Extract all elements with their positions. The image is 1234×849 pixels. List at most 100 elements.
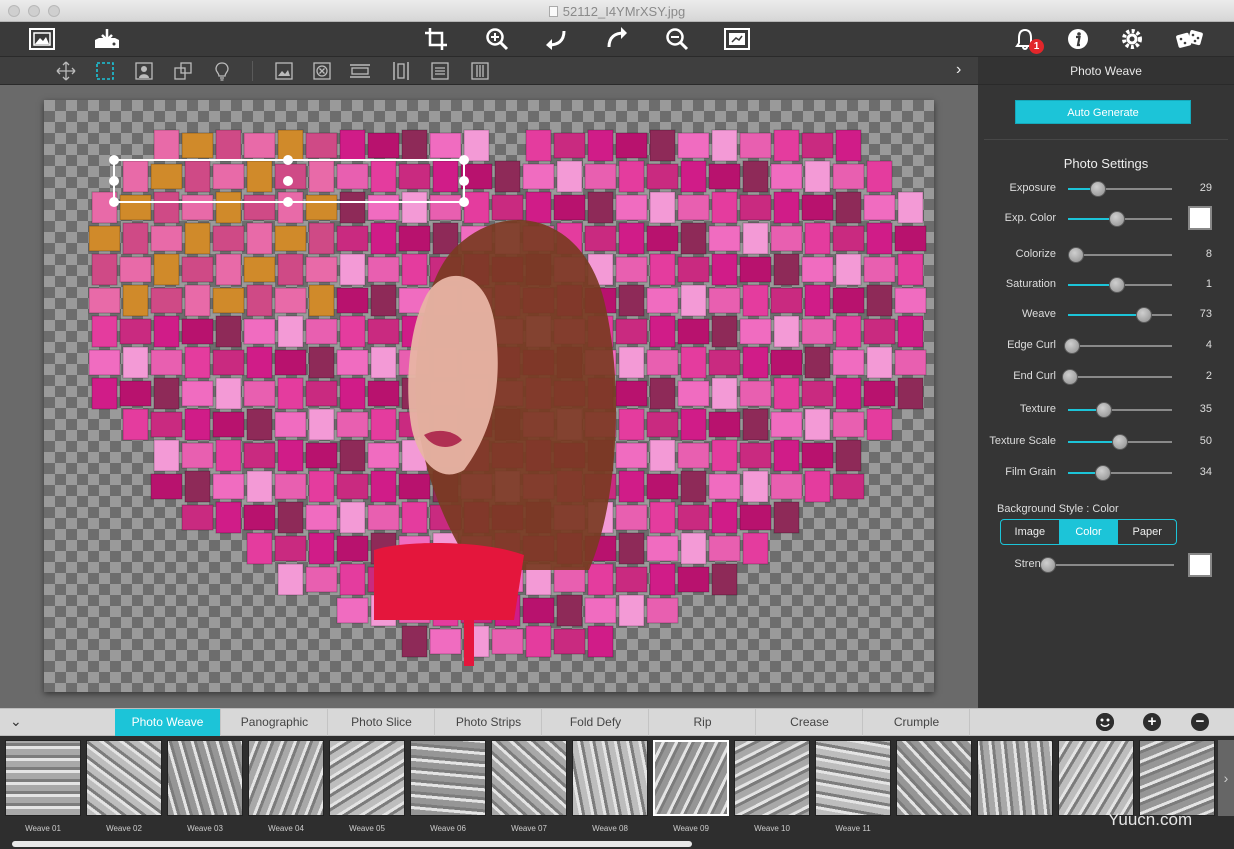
weave-tile (773, 315, 800, 348)
add-preset-button[interactable]: + (1143, 713, 1161, 731)
background-color-option[interactable]: Color (1059, 520, 1119, 544)
strength-track[interactable] (1040, 557, 1174, 573)
preset-thumbnail[interactable] (410, 740, 486, 816)
zoom-in-button[interactable] (482, 26, 512, 52)
preset-thumbnail[interactable] (653, 740, 729, 816)
slider-knob[interactable] (1090, 181, 1107, 197)
tab-crease[interactable]: Crease (757, 709, 863, 736)
scroll-right-icon[interactable]: › (1218, 740, 1234, 816)
preset-thumbnail[interactable] (248, 740, 324, 816)
preset-thumbnail[interactable] (1058, 740, 1134, 816)
slider-track[interactable] (1068, 277, 1172, 293)
image-tool-button[interactable] (272, 60, 296, 82)
collapse-panel-icon[interactable]: › (956, 61, 961, 79)
grid-columns-button[interactable] (468, 60, 492, 82)
canvas[interactable] (44, 100, 934, 692)
strength-knob[interactable] (1040, 557, 1056, 573)
select-person-tool-button[interactable] (132, 60, 156, 82)
preset-thumbnail[interactable] (572, 740, 648, 816)
zoom-out-button[interactable] (662, 26, 692, 52)
weave-tile (184, 222, 211, 255)
preset-thumbnail[interactable] (5, 740, 81, 816)
notifications-button[interactable]: 1 (1010, 26, 1044, 54)
slider-knob[interactable] (1062, 369, 1079, 385)
slider-knob[interactable] (1095, 465, 1112, 481)
weave-tile (150, 411, 183, 438)
remove-tool-button[interactable] (310, 60, 334, 82)
slider-knob[interactable] (1064, 338, 1081, 354)
tab-photo-strips[interactable]: Photo Strips (436, 709, 542, 736)
distribute-button[interactable] (428, 60, 452, 82)
slider-track[interactable] (1068, 465, 1172, 481)
weave-tile (277, 501, 304, 534)
weave-tile (804, 346, 831, 379)
weave-tile (277, 439, 304, 472)
crop-button[interactable] (421, 26, 451, 52)
slider-track[interactable] (1068, 247, 1172, 263)
weave-tile (429, 628, 462, 655)
slider-track[interactable] (1068, 211, 1172, 227)
info-button[interactable] (1063, 26, 1093, 52)
preset-scrollbar[interactable] (12, 841, 692, 847)
preset-thumbnail[interactable] (896, 740, 972, 816)
background-paper-option[interactable]: Paper (1118, 520, 1176, 544)
slider-knob[interactable] (1135, 307, 1152, 323)
preset-thumbnail[interactable] (491, 740, 567, 816)
chevron-down-icon[interactable]: ⌄ (10, 713, 22, 730)
preset-thumbnail[interactable] (329, 740, 405, 816)
background-image-option[interactable]: Image (1001, 520, 1060, 544)
open-image-button[interactable] (27, 26, 57, 52)
tips-button[interactable] (210, 60, 234, 82)
preset-thumbnail[interactable] (734, 740, 810, 816)
weave-tile (649, 191, 676, 224)
transform-tool-button[interactable] (171, 60, 195, 82)
slider-track[interactable] (1064, 338, 1172, 354)
weave-tile (649, 439, 676, 472)
preset-thumbnail[interactable] (815, 740, 891, 816)
weave-tile (863, 380, 896, 407)
random-button[interactable] (1175, 26, 1205, 52)
auto-generate-button[interactable]: Auto Generate (1015, 100, 1191, 124)
weave-tile (336, 411, 369, 438)
preset-thumbnail[interactable] (167, 740, 243, 816)
favorite-preset-button[interactable] (1096, 713, 1114, 731)
weave-tile (677, 256, 710, 283)
weave-tile (863, 318, 896, 345)
slider-knob[interactable] (1112, 434, 1128, 450)
remove-preset-button[interactable]: − (1191, 713, 1209, 731)
export-button[interactable] (92, 26, 122, 52)
preset-thumbnail[interactable] (977, 740, 1053, 816)
weave-tile (677, 194, 710, 221)
weave-tile (618, 160, 645, 193)
tab-fold-defy[interactable]: Fold Defy (543, 709, 649, 736)
tab-rip[interactable]: Rip (650, 709, 756, 736)
undo-button[interactable] (541, 26, 571, 52)
weave-tile (277, 377, 304, 410)
fit-image-button[interactable] (722, 26, 752, 52)
slider-knob[interactable] (1096, 402, 1113, 418)
select-rect-tool-button[interactable] (93, 60, 117, 82)
slider-track[interactable] (1068, 402, 1172, 418)
settings-button[interactable] (1117, 26, 1147, 52)
tab-photo-weave[interactable]: Photo Weave (115, 709, 221, 736)
strength-color-swatch[interactable] (1188, 553, 1212, 577)
preset-thumbnail[interactable] (86, 740, 162, 816)
slider-knob[interactable] (1108, 277, 1125, 293)
redo-button[interactable] (602, 26, 632, 52)
preset-thumbnail[interactable] (1139, 740, 1215, 816)
slider-track[interactable] (1068, 181, 1172, 197)
exposure-color-swatch[interactable] (1188, 206, 1212, 230)
align-vertical-button[interactable] (389, 60, 413, 82)
slider-track[interactable] (1062, 369, 1172, 385)
slider-knob[interactable] (1108, 211, 1125, 227)
slider-track[interactable] (1068, 307, 1172, 323)
align-horizontal-button[interactable] (348, 60, 372, 82)
slider-knob[interactable] (1068, 247, 1085, 263)
tab-panographic[interactable]: Panographic (222, 709, 328, 736)
tab-crumple[interactable]: Crumple (864, 709, 970, 736)
weave-tile (308, 160, 335, 193)
move-tool-button[interactable] (54, 60, 78, 82)
tab-photo-slice[interactable]: Photo Slice (329, 709, 435, 736)
slider-track[interactable] (1068, 434, 1172, 450)
weave-tile (339, 377, 366, 410)
